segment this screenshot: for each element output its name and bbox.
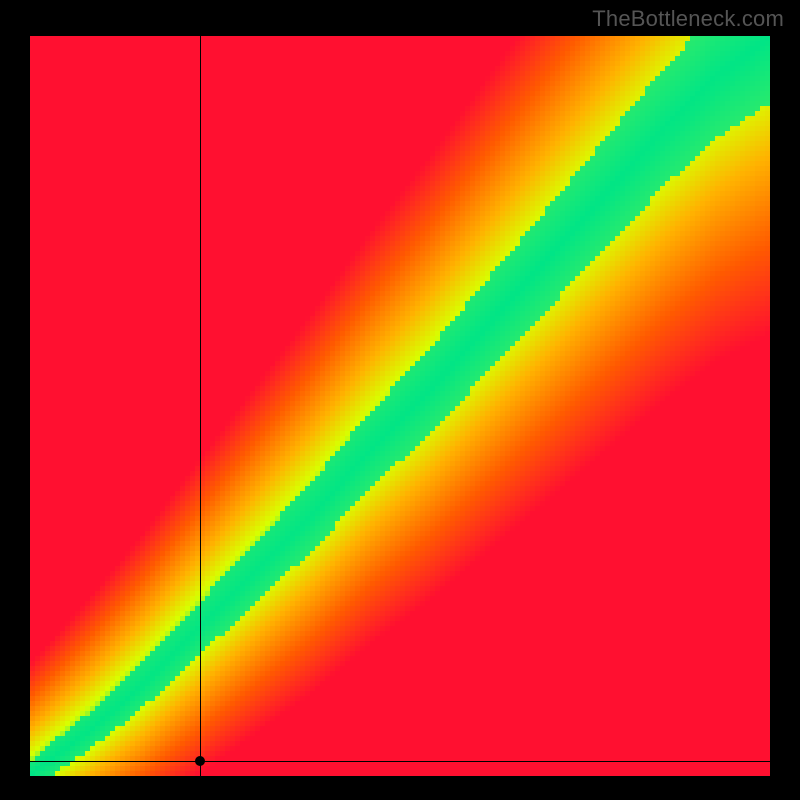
plot-area [30, 36, 770, 776]
crosshair-vertical [200, 36, 201, 776]
watermark-text: TheBottleneck.com [592, 6, 784, 32]
chart-frame: TheBottleneck.com [0, 0, 800, 800]
heatmap-canvas [30, 36, 770, 776]
crosshair-horizontal [30, 761, 770, 762]
